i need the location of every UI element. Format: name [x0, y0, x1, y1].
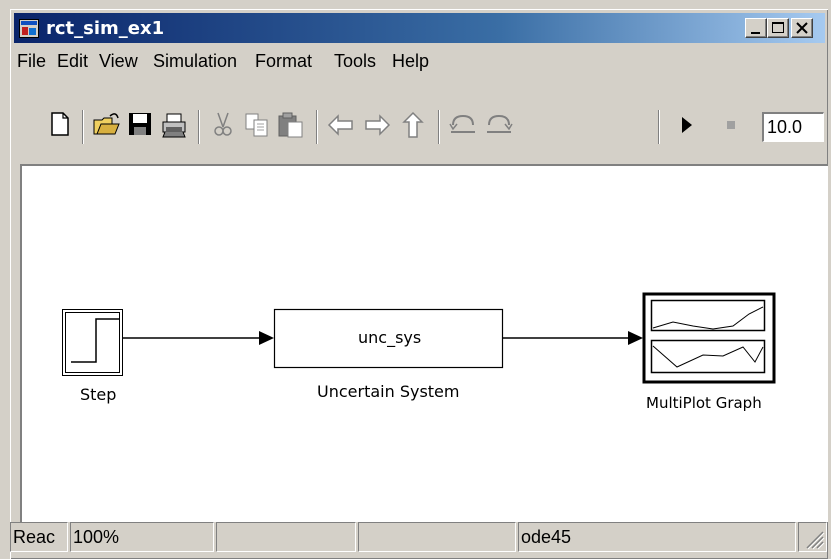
multiplot-graph-label: MultiPlot Graph	[646, 394, 762, 412]
multiplot-graph-block[interactable]	[642, 292, 776, 384]
status-solver: ode45	[518, 522, 796, 552]
cut-icon	[214, 112, 232, 136]
new-model-icon	[51, 112, 69, 136]
redo-icon	[487, 114, 513, 133]
copy-button[interactable]	[242, 110, 272, 140]
back-button[interactable]	[326, 110, 356, 140]
forward-button[interactable]	[362, 110, 392, 140]
toolbar-separator	[198, 110, 200, 144]
copy-icon	[245, 113, 268, 137]
up-button[interactable]	[398, 110, 428, 140]
toolbar: 10.0	[14, 80, 825, 152]
step-block[interactable]	[62, 309, 123, 376]
up-icon	[402, 111, 424, 138]
new-model-button[interactable]	[46, 110, 76, 140]
toolbar-separator	[658, 110, 660, 144]
start-simulation-icon	[682, 117, 692, 133]
undo-button[interactable]	[448, 110, 478, 140]
save-icon	[129, 113, 151, 135]
status-zoom: 100%	[70, 522, 214, 552]
stop-time-input[interactable]: 10.0	[762, 112, 824, 142]
forward-icon	[365, 114, 391, 136]
open-button[interactable]	[92, 110, 122, 140]
save-button[interactable]	[126, 110, 156, 140]
title-bar[interactable]: rct_sim_ex1	[14, 13, 825, 43]
minimize-button[interactable]	[745, 18, 767, 38]
menu-tools[interactable]: Tools	[334, 51, 376, 72]
menu-view[interactable]: View	[99, 51, 138, 72]
model-canvas[interactable]: Step unc_sys Uncertain System MultiPlot …	[20, 164, 828, 522]
print-icon	[162, 113, 186, 138]
stop-simulation-button[interactable]	[716, 110, 746, 140]
menu-simulation[interactable]: Simulation	[153, 51, 237, 72]
menu-help[interactable]: Help	[392, 51, 429, 72]
back-icon	[327, 114, 353, 136]
status-cell-6	[798, 522, 827, 552]
redo-button[interactable]	[484, 110, 514, 140]
open-icon	[93, 113, 120, 135]
simulink-window: rct_sim_ex1 File Edit View Simulation Fo…	[10, 9, 828, 559]
toolbar-separator	[316, 110, 318, 144]
signal-line[interactable]	[503, 331, 643, 345]
status-cell-4	[358, 522, 516, 552]
step-label: Step	[80, 385, 117, 404]
signal-line[interactable]	[123, 331, 274, 345]
block-diagram	[62, 292, 776, 384]
print-button[interactable]	[160, 110, 190, 140]
cut-button[interactable]	[208, 110, 238, 140]
menu-file[interactable]: File	[17, 51, 46, 72]
stop-simulation-icon	[727, 121, 735, 129]
maximize-icon	[772, 22, 784, 33]
simulink-model-icon	[19, 19, 39, 38]
minimize-icon	[751, 32, 760, 34]
uncertain-system-label: Uncertain System	[317, 382, 460, 401]
paste-icon	[278, 112, 303, 138]
status-bar: Reac 100% ode45	[10, 522, 827, 558]
toolbar-separator	[82, 110, 84, 144]
menu-format[interactable]: Format	[255, 51, 312, 72]
window-title: rct_sim_ex1	[46, 18, 165, 39]
status-cell-3	[216, 522, 356, 552]
uncertain-system-content: unc_sys	[358, 328, 422, 347]
maximize-button[interactable]	[767, 18, 789, 38]
undo-icon	[449, 114, 475, 133]
status-state: Reac	[10, 522, 68, 552]
toolbar-separator	[438, 110, 440, 144]
menu-bar: File Edit View Simulation Format Tools H…	[14, 46, 825, 76]
start-simulation-button[interactable]	[672, 110, 702, 140]
close-icon	[796, 22, 808, 34]
paste-button[interactable]	[276, 110, 306, 140]
resize-grip-icon[interactable]	[801, 526, 825, 550]
menu-edit[interactable]: Edit	[57, 51, 88, 72]
close-button[interactable]	[791, 18, 813, 38]
